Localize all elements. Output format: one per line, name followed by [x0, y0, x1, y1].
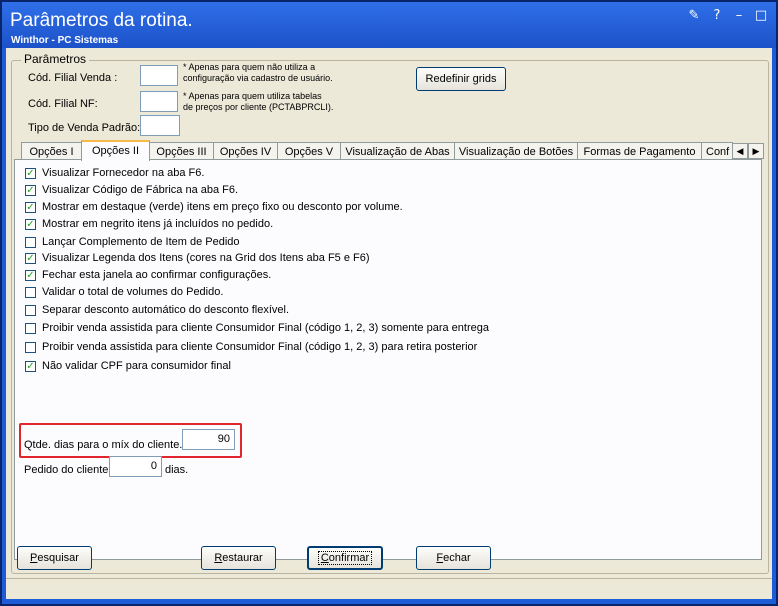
- tab-opcoes-1[interactable]: Opções I: [21, 142, 82, 160]
- checkbox-icon[interactable]: ✓: [25, 202, 36, 213]
- tab-opcoes-3[interactable]: Opções III: [149, 142, 214, 160]
- minimize-icon[interactable]: –: [730, 8, 748, 24]
- client-area: Parâmetros Cód. Filial Venda : * Apenas …: [6, 48, 772, 598]
- checkbox-icon[interactable]: ✓: [25, 219, 36, 230]
- confirmar-button[interactable]: Confirmar: [307, 546, 383, 570]
- title-bar[interactable]: Parâmetros da rotina. Winthor - PC Siste…: [2, 2, 776, 48]
- tab-visualizacao-botoes[interactable]: Visualização de Botões: [454, 142, 578, 160]
- fechar-button[interactable]: Fechar: [416, 546, 491, 570]
- window-subtitle: Winthor - PC Sistemas: [11, 35, 119, 46]
- checkbox-icon[interactable]: ✓: [25, 185, 36, 196]
- tab-scroll-right-icon[interactable]: ▶: [748, 143, 764, 159]
- filial-venda-label: Cód. Filial Venda :: [28, 72, 118, 84]
- params-legend: Parâmetros: [21, 52, 90, 66]
- checkbox-icon[interactable]: [25, 287, 36, 298]
- checkbox-icon[interactable]: ✓: [25, 270, 36, 281]
- tab-panel-opcoes-2: ✓ Visualizar Fornecedor na aba F6. ✓ Visua…: [14, 159, 762, 560]
- filial-nf-input[interactable]: [140, 91, 178, 112]
- checkbox-icon[interactable]: [25, 342, 36, 353]
- tab-conf[interactable]: Conf: [701, 142, 733, 160]
- pesquisar-button[interactable]: Pesquisar: [17, 546, 92, 570]
- qtde-dias-label: Qtde. dias para o míx do cliente.: [24, 439, 183, 451]
- filial-venda-note: * Apenas para quem não utiliza a configu…: [183, 62, 333, 83]
- tab-scroll-left-icon[interactable]: ◀: [732, 143, 748, 159]
- redefinir-grids-button[interactable]: Redefinir grids: [416, 67, 506, 91]
- pedido-cliente-input[interactable]: 0: [109, 456, 162, 477]
- filial-nf-note: * Apenas para quem utiliza tabelas de pr…: [183, 91, 334, 112]
- tab-opcoes-4[interactable]: Opções IV: [213, 142, 278, 160]
- checkbox-icon[interactable]: ✓: [25, 168, 36, 179]
- status-bar: [6, 578, 772, 599]
- tipo-venda-label: Tipo de Venda Padrão:: [28, 122, 141, 134]
- tab-opcoes-5[interactable]: Opções V: [277, 142, 341, 160]
- tab-strip: Opções I Opções II Opções III Opções IV …: [21, 140, 755, 161]
- pedido-cliente-suffix: dias.: [165, 464, 189, 476]
- checkbox-icon[interactable]: [25, 305, 36, 316]
- maximize-icon[interactable]: □: [752, 8, 770, 24]
- restore-edit-icon[interactable]: ✎: [685, 8, 703, 24]
- help-icon[interactable]: ?: [708, 8, 726, 24]
- checkbox-icon[interactable]: ✓: [25, 361, 36, 372]
- tab-visualizacao-abas[interactable]: Visualização de Abas: [340, 142, 455, 160]
- app-window: Parâmetros da rotina. Winthor - PC Siste…: [0, 0, 778, 606]
- checkbox-icon[interactable]: [25, 323, 36, 334]
- tipo-venda-input[interactable]: [140, 115, 180, 136]
- filial-nf-label: Cód. Filial NF:: [28, 98, 98, 110]
- window-title: Parâmetros da rotina.: [10, 10, 193, 31]
- checkbox-icon[interactable]: ✓: [25, 253, 36, 264]
- restaurar-button[interactable]: Restaurar: [201, 546, 276, 570]
- qtde-dias-input[interactable]: 90: [182, 429, 235, 450]
- tab-opcoes-2[interactable]: Opções II: [81, 140, 150, 161]
- tab-formas-pagamento[interactable]: Formas de Pagamento: [577, 142, 702, 160]
- filial-venda-input[interactable]: [140, 65, 178, 86]
- checkbox-icon[interactable]: [25, 237, 36, 248]
- pedido-cliente-label: Pedido do cliente: [24, 464, 109, 476]
